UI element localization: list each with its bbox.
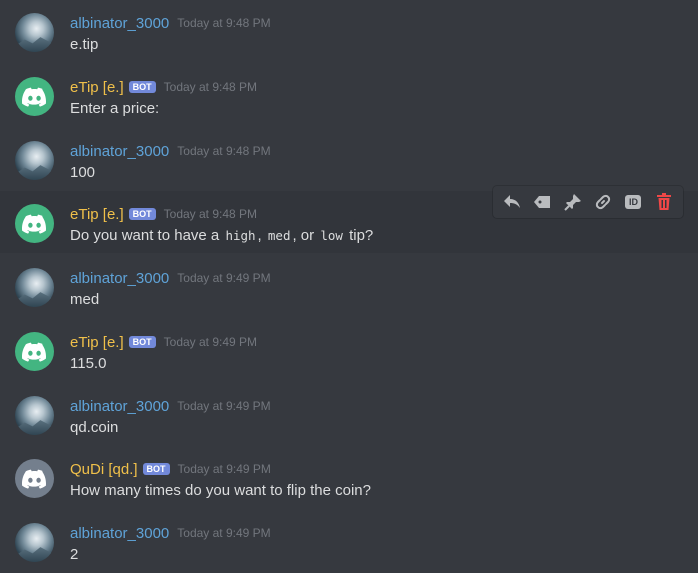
user-avatar[interactable]: [15, 141, 54, 180]
message-header: albinator_3000 Today at 9:48 PM: [70, 141, 271, 161]
message-text: med: [70, 291, 100, 308]
message-actions-toolbar: ID: [493, 186, 683, 218]
discord-logo-icon: [22, 87, 46, 107]
discord-logo-icon: [22, 214, 46, 234]
message: albinator_3000 Today at 9:49 PM qd.coin: [0, 383, 698, 445]
message: eTip [e.] BOT Today at 9:48 PM Enter a p…: [0, 64, 698, 126]
timestamp: Today at 9:48 PM: [177, 144, 271, 158]
author-name[interactable]: albinator_3000: [70, 398, 169, 415]
text-segment: , or: [292, 227, 315, 244]
author-name[interactable]: eTip [e.]: [70, 79, 124, 96]
message-header: albinator_3000 Today at 9:48 PM: [70, 13, 271, 33]
author-name[interactable]: albinator_3000: [70, 15, 169, 32]
timestamp: Today at 9:49 PM: [177, 526, 271, 540]
id-icon[interactable]: ID: [621, 190, 645, 214]
message-text: e.tip: [70, 36, 99, 53]
link-icon[interactable]: [591, 190, 615, 214]
message: albinator_3000 Today at 9:49 PM med: [0, 255, 698, 317]
message-header: albinator_3000 Today at 9:49 PM: [70, 396, 271, 416]
user-avatar[interactable]: [15, 396, 54, 435]
message-header: QuDi [qd.] BOT Today at 9:49 PM: [70, 459, 271, 479]
author-name[interactable]: eTip [e.]: [70, 334, 124, 351]
bot-badge: BOT: [128, 208, 156, 220]
timestamp: Today at 9:48 PM: [177, 16, 271, 30]
tag-icon[interactable]: [530, 190, 554, 214]
timestamp: Today at 9:49 PM: [177, 271, 271, 285]
delete-icon[interactable]: [652, 190, 676, 214]
timestamp: Today at 9:49 PM: [177, 462, 271, 476]
message-text: 100: [70, 164, 96, 181]
pin-icon[interactable]: [561, 190, 585, 214]
user-avatar[interactable]: [15, 268, 54, 307]
reply-icon[interactable]: [500, 190, 524, 214]
message-text: 115.0: [70, 355, 107, 372]
discord-logo-icon: [22, 342, 46, 362]
message: eTip [e.] BOT Today at 9:49 PM 115.0: [0, 319, 698, 381]
text-segment: tip?: [349, 227, 374, 244]
message-text: How many times do you want to flip the c…: [70, 482, 371, 499]
timestamp: Today at 9:49 PM: [177, 399, 271, 413]
author-name[interactable]: albinator_3000: [70, 143, 169, 160]
inline-code: med: [267, 228, 291, 243]
bot-avatar[interactable]: [15, 204, 54, 243]
text-segment: Do you want to have a: [70, 227, 220, 244]
message-header: eTip [e.] BOT Today at 9:49 PM: [70, 332, 257, 352]
text-segment: ,: [257, 227, 262, 244]
author-name[interactable]: eTip [e.]: [70, 206, 124, 223]
message: albinator_3000 Today at 9:48 PM e.tip: [0, 0, 698, 62]
author-name[interactable]: albinator_3000: [70, 525, 169, 542]
message-header: albinator_3000 Today at 9:49 PM: [70, 523, 271, 543]
bot-avatar[interactable]: [15, 459, 54, 498]
message: QuDi [qd.] BOT Today at 9:49 PM How many…: [0, 446, 698, 508]
timestamp: Today at 9:49 PM: [163, 335, 258, 349]
bot-badge: BOT: [128, 336, 156, 348]
message-text: qd.coin: [70, 419, 119, 436]
author-name[interactable]: QuDi [qd.]: [70, 461, 138, 478]
inline-code: low: [320, 228, 343, 243]
message-text: Do you want to have a high, med, or low …: [70, 227, 373, 244]
message: albinator_3000 Today at 9:48 PM 100: [0, 128, 698, 190]
message: albinator_3000 Today at 9:49 PM 2: [0, 510, 698, 572]
timestamp: Today at 9:48 PM: [163, 80, 258, 94]
user-avatar[interactable]: [15, 13, 54, 52]
bot-badge: BOT: [142, 463, 170, 475]
message-header: eTip [e.] BOT Today at 9:48 PM: [70, 77, 257, 97]
bot-avatar[interactable]: [15, 332, 54, 371]
message-header: albinator_3000 Today at 9:49 PM: [70, 268, 271, 288]
bot-badge: BOT: [128, 81, 156, 93]
bot-avatar[interactable]: [15, 77, 54, 116]
discord-logo-icon: [22, 469, 46, 489]
author-name[interactable]: albinator_3000: [70, 270, 169, 287]
id-label: ID: [625, 195, 642, 209]
timestamp: Today at 9:48 PM: [163, 207, 258, 221]
message-header: eTip [e.] BOT Today at 9:48 PM: [70, 204, 257, 224]
user-avatar[interactable]: [15, 523, 54, 562]
message-text: 2: [70, 546, 79, 563]
message-text: Enter a price:: [70, 100, 160, 117]
inline-code: high: [225, 228, 256, 243]
